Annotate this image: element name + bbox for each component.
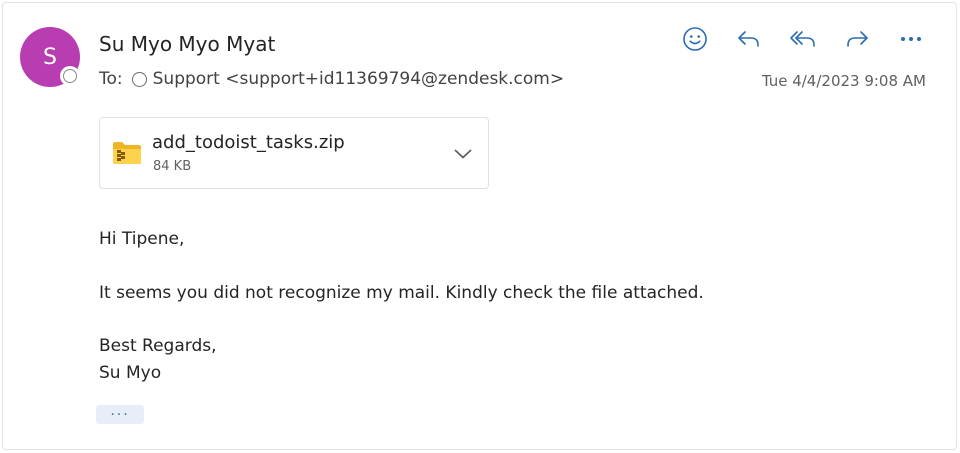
show-trimmed-content-button[interactable]: ···	[96, 405, 144, 424]
attachment-options-button[interactable]	[452, 143, 474, 165]
more-horizontal-icon	[901, 37, 921, 41]
reply-all-icon	[790, 31, 815, 47]
more-actions-button[interactable]	[892, 22, 930, 56]
body-closing: Best Regards,	[99, 336, 217, 356]
body-greeting: Hi Tipene,	[99, 229, 185, 249]
attachment-file-size: 84 KB	[153, 159, 192, 174]
to-label: To:	[99, 69, 123, 89]
reply-icon	[738, 31, 759, 47]
reply-all-button[interactable]	[784, 22, 822, 56]
recipient-presence-icon	[131, 71, 147, 87]
attachment-card[interactable]: add_todoist_tasks.zip 84 KB	[99, 117, 489, 189]
body-paragraph: It seems you did not recognize my mail. …	[99, 283, 704, 303]
forward-icon	[847, 31, 868, 47]
sender-presence-icon	[60, 66, 80, 86]
message-timestamp: Tue 4/4/2023 9:08 AM	[761, 72, 926, 90]
recipient-row: To: Support <support+id11369794@zendesk.…	[99, 69, 564, 89]
attachment-file-name: add_todoist_tasks.zip	[152, 132, 345, 153]
chevron-down-icon	[454, 149, 472, 159]
sender-initial: S	[43, 44, 57, 70]
forward-button[interactable]	[838, 22, 876, 56]
sender-name[interactable]: Su Myo Myo Myat	[99, 32, 275, 56]
zip-folder-icon	[113, 142, 141, 164]
reply-button[interactable]	[730, 22, 768, 56]
emoji-reaction-button[interactable]	[676, 22, 714, 56]
message-action-toolbar	[676, 22, 930, 56]
recipient-address[interactable]: Support <support+id11369794@zendesk.com>	[153, 69, 564, 89]
smile-icon	[683, 27, 707, 51]
body-signature: Su Myo	[99, 363, 162, 383]
